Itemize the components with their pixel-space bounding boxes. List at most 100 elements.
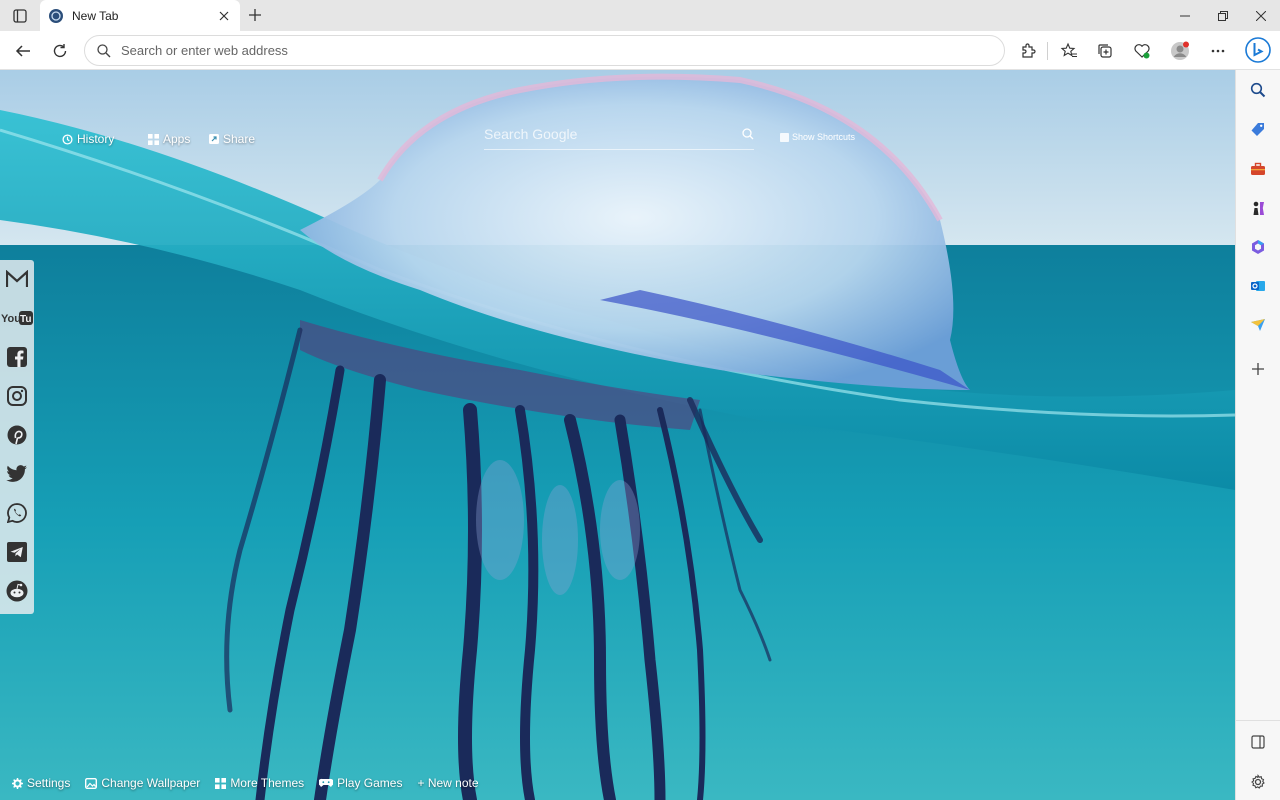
restore-button[interactable] bbox=[1204, 0, 1242, 31]
sidebar-hide-button[interactable] bbox=[1246, 730, 1270, 754]
social-bar: You Tu bbox=[0, 260, 34, 614]
telegram-icon[interactable] bbox=[5, 540, 29, 564]
jellyfish-wallpaper bbox=[0, 70, 1235, 800]
share-link[interactable]: Share bbox=[209, 132, 255, 146]
heart-pulse-icon bbox=[1134, 44, 1150, 59]
whatsapp-icon[interactable] bbox=[5, 501, 29, 525]
sidebar-add-button[interactable] bbox=[1246, 357, 1270, 381]
toolbox-icon bbox=[1251, 162, 1265, 175]
collections-button[interactable] bbox=[1091, 37, 1119, 65]
refresh-button[interactable] bbox=[46, 37, 74, 65]
browser-essentials-button[interactable] bbox=[1128, 37, 1156, 65]
wallpaper-icon bbox=[85, 777, 98, 789]
toolbar-divider bbox=[1047, 42, 1048, 60]
more-icon bbox=[1211, 49, 1225, 53]
search-google-input[interactable] bbox=[484, 125, 724, 142]
svg-text:You: You bbox=[1, 313, 21, 325]
office-icon bbox=[1252, 240, 1264, 254]
tab-new-tab[interactable]: New Tab bbox=[40, 0, 240, 31]
sidebar-outlook-button[interactable] bbox=[1246, 274, 1270, 298]
facebook-icon[interactable] bbox=[5, 345, 29, 369]
search-icon bbox=[97, 43, 111, 57]
sidebar-shopping-button[interactable] bbox=[1246, 118, 1270, 142]
collections-icon bbox=[1098, 44, 1112, 58]
close-window-button[interactable] bbox=[1242, 0, 1280, 31]
close-icon bbox=[1256, 10, 1266, 21]
edge-sidebar bbox=[1235, 70, 1280, 800]
show-shortcuts-toggle[interactable]: Show Shortcuts bbox=[780, 132, 855, 142]
change-wallpaper-link[interactable]: Change Wallpaper bbox=[85, 776, 200, 790]
shopping-tag-icon bbox=[1251, 123, 1264, 136]
play-games-link[interactable]: Play Games bbox=[319, 776, 402, 790]
settings-link[interactable]: Settings bbox=[12, 776, 70, 790]
share-icon bbox=[209, 134, 219, 144]
favorites-button[interactable] bbox=[1055, 37, 1083, 65]
panel-icon bbox=[1251, 735, 1265, 749]
history-icon bbox=[62, 133, 73, 145]
sidebar-games-button[interactable] bbox=[1246, 196, 1270, 220]
sidebar-m365-button[interactable] bbox=[1246, 235, 1270, 259]
bing-icon bbox=[1245, 37, 1271, 63]
more-themes-link[interactable]: More Themes bbox=[215, 776, 304, 790]
tab-actions-icon bbox=[13, 9, 27, 23]
gamepad-icon bbox=[319, 778, 334, 787]
new-note-link[interactable]: + New note bbox=[417, 776, 478, 790]
gmail-icon[interactable] bbox=[5, 267, 29, 291]
plus-icon bbox=[1252, 363, 1264, 375]
share-label: Share bbox=[223, 132, 256, 146]
gear-icon bbox=[12, 777, 23, 789]
edge-globe-icon bbox=[49, 8, 63, 23]
youtube-icon[interactable]: You Tu bbox=[1, 306, 33, 330]
themes-grid-icon bbox=[215, 777, 227, 789]
refresh-icon bbox=[53, 44, 67, 58]
toolbar bbox=[0, 31, 1280, 70]
play-games-label: Play Games bbox=[337, 776, 403, 790]
address-input[interactable] bbox=[121, 43, 981, 58]
instagram-icon[interactable] bbox=[5, 384, 29, 408]
apps-label: Apps bbox=[163, 132, 191, 146]
extensions-button[interactable] bbox=[1014, 37, 1042, 65]
apps-grid-icon bbox=[148, 133, 159, 145]
profile-button[interactable] bbox=[1166, 37, 1194, 65]
more-themes-label: More Themes bbox=[230, 776, 305, 790]
search-icon[interactable] bbox=[742, 127, 754, 140]
send-icon bbox=[1251, 319, 1265, 331]
copilot-button[interactable] bbox=[1243, 35, 1273, 65]
reddit-icon[interactable] bbox=[5, 579, 29, 603]
tab-actions-button[interactable] bbox=[6, 4, 34, 28]
apps-link[interactable]: Apps bbox=[148, 132, 190, 146]
pinterest-icon[interactable] bbox=[5, 423, 29, 447]
outlook-icon bbox=[1251, 281, 1265, 291]
new-tab-button[interactable] bbox=[244, 4, 266, 26]
tab-strip: New Tab bbox=[0, 0, 1280, 31]
shortcuts-icon bbox=[780, 132, 789, 142]
star-list-icon bbox=[1060, 42, 1077, 58]
minimize-button[interactable] bbox=[1166, 0, 1204, 31]
sidebar-tools-button[interactable] bbox=[1246, 157, 1270, 181]
twitter-icon[interactable] bbox=[5, 462, 29, 486]
history-label: History bbox=[77, 132, 115, 146]
settings-more-button[interactable] bbox=[1204, 37, 1232, 65]
change-wallpaper-label: Change Wallpaper bbox=[101, 776, 201, 790]
puzzle-icon bbox=[1022, 43, 1036, 58]
sidebar-drop-button[interactable] bbox=[1246, 313, 1270, 337]
back-button[interactable] bbox=[9, 37, 37, 65]
history-link[interactable]: History bbox=[62, 132, 114, 146]
new-note-label: + New note bbox=[417, 776, 479, 790]
bottom-bar: Settings Change Wallpaper More Themes Pl… bbox=[12, 774, 494, 792]
sidebar-divider bbox=[1236, 720, 1280, 721]
tab-title: New Tab bbox=[72, 8, 119, 23]
search-icon bbox=[1250, 82, 1266, 98]
arrow-left-icon bbox=[15, 45, 30, 57]
sidebar-settings-button[interactable] bbox=[1246, 770, 1270, 794]
gear-icon bbox=[1251, 774, 1265, 789]
chess-icon bbox=[1253, 201, 1264, 215]
new-tab-page: History Apps Share Show Shortcuts YouTu bbox=[0, 70, 1235, 800]
plus-icon bbox=[249, 9, 261, 21]
tab-close-button[interactable] bbox=[216, 8, 232, 24]
sidebar-search-button[interactable] bbox=[1246, 78, 1270, 102]
address-bar[interactable] bbox=[84, 35, 1005, 66]
restore-icon bbox=[1218, 10, 1228, 21]
svg-text:Tu: Tu bbox=[20, 314, 31, 325]
search-google-box[interactable] bbox=[484, 118, 754, 150]
